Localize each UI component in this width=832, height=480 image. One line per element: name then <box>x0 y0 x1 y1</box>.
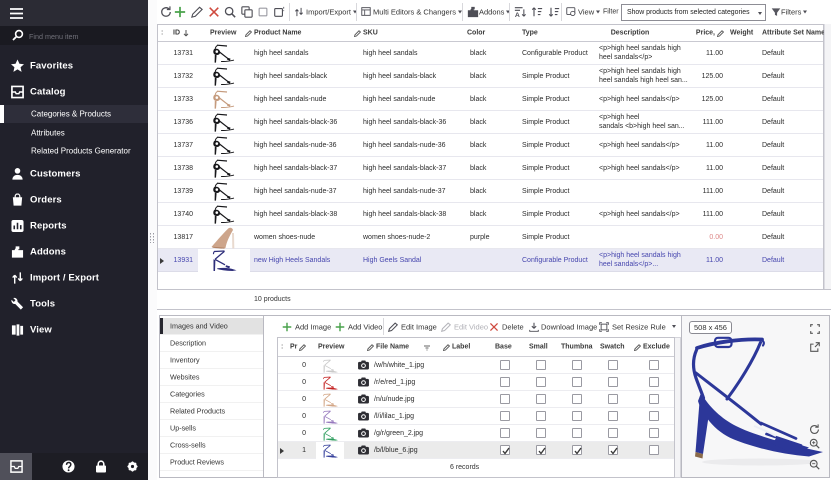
svg-text:A: A <box>515 12 520 18</box>
